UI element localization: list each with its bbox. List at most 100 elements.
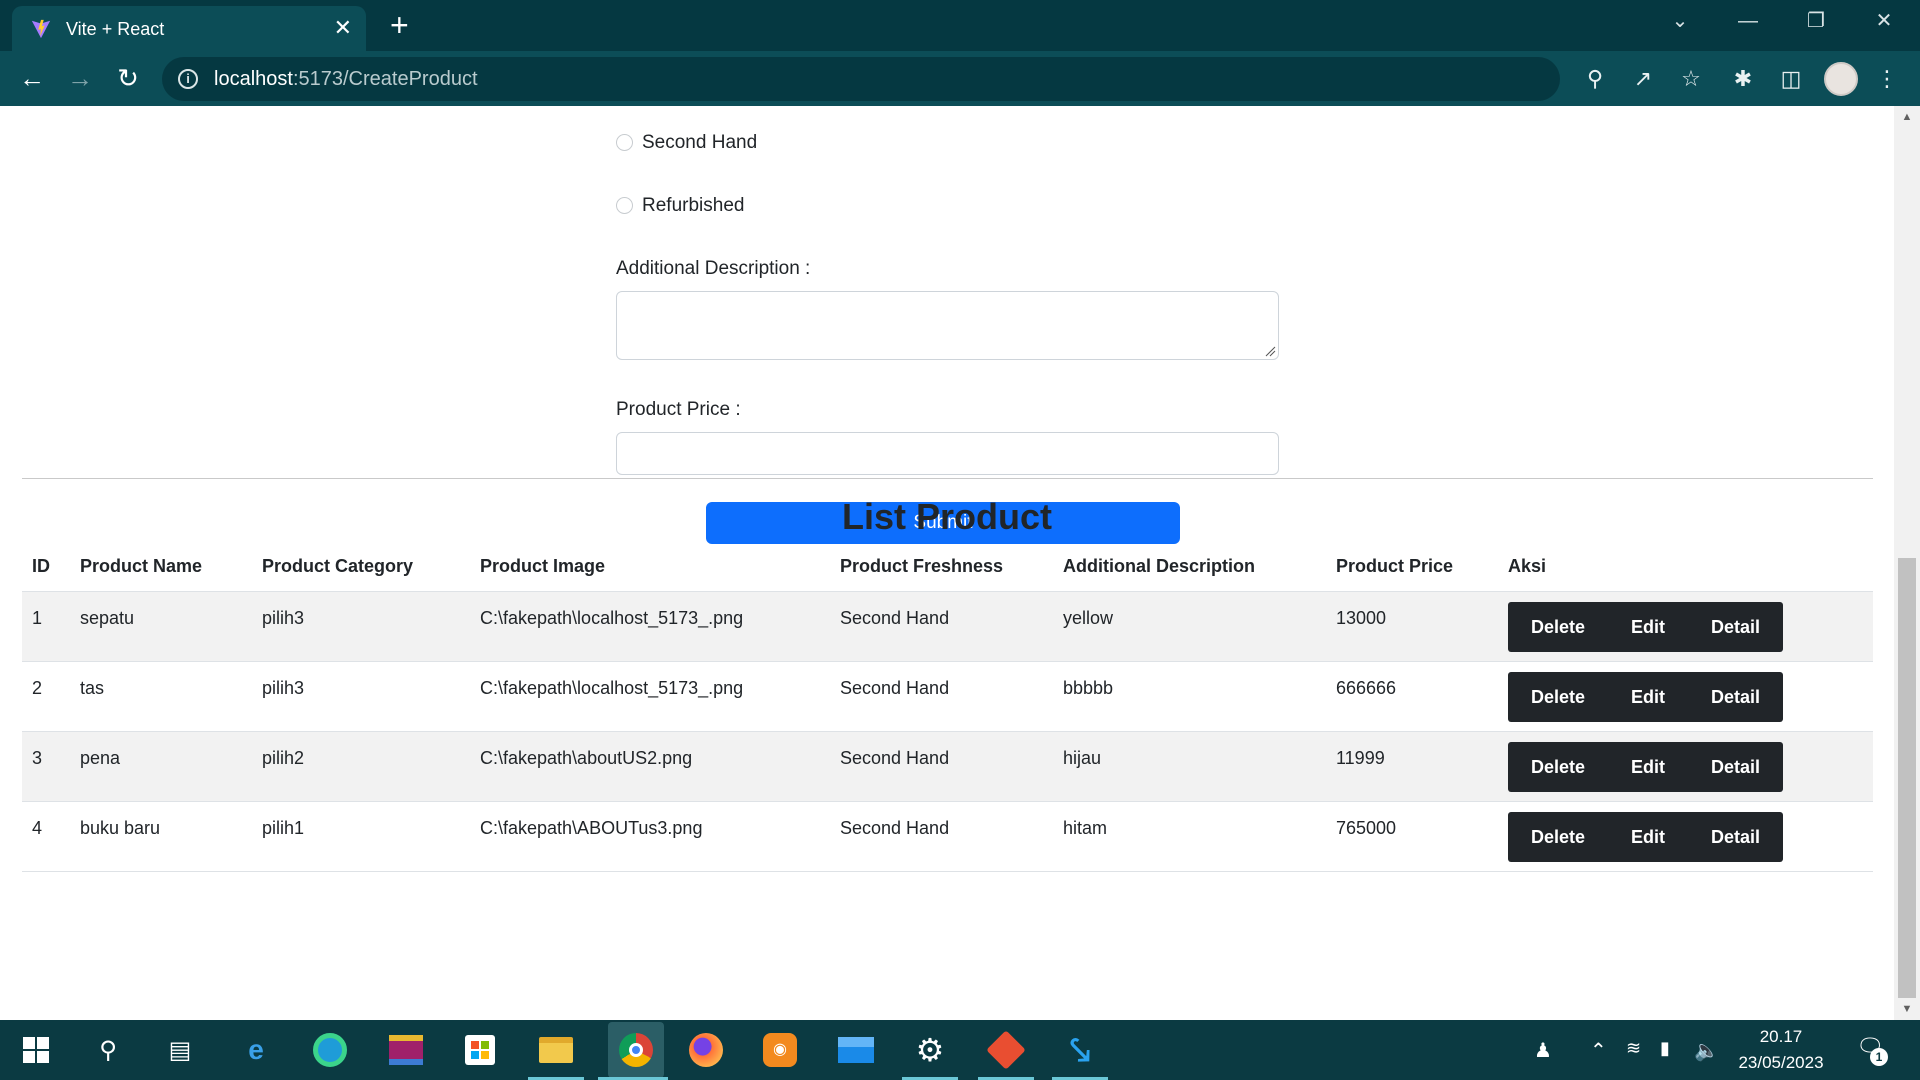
scroll-up-arrow-icon[interactable]: ▲	[1900, 110, 1914, 124]
detail-button[interactable]: Detail	[1688, 742, 1783, 792]
notification-center-icon[interactable]: 🗨 1	[1856, 1034, 1888, 1066]
cell-description: hitam	[1053, 801, 1326, 872]
cell-freshness: Second Hand	[830, 661, 1053, 732]
address-bar[interactable]: i localhost:5173/CreateProduct ⚲ ↗ ☆	[162, 57, 1701, 101]
edit-button[interactable]: Edit	[1608, 812, 1688, 862]
table-row: 3 pena pilih2 C:\fakepath\aboutUS2.png S…	[22, 731, 1873, 802]
back-arrow-icon[interactable]: ←	[16, 63, 48, 95]
vite-logo-icon	[31, 19, 51, 39]
page-scrollbar[interactable]: ▲ ▼	[1894, 106, 1920, 1020]
column-header: ID	[22, 543, 70, 592]
scrollbar-thumb[interactable]	[1898, 558, 1916, 998]
volume-icon[interactable]: 🔈	[1694, 1038, 1719, 1063]
bookmark-star-icon[interactable]: ☆	[1676, 65, 1706, 93]
cell-name: tas	[70, 661, 252, 732]
additional-description-textarea[interactable]	[616, 291, 1279, 360]
cell-actions: Delete Edit Detail	[1498, 661, 1873, 732]
clock-date: 23/05/2023	[1738, 1053, 1824, 1072]
task-view-icon[interactable]: ▤	[158, 1028, 202, 1072]
wifi-icon[interactable]: ≋	[1626, 1038, 1641, 1059]
firefox-icon[interactable]	[684, 1028, 728, 1072]
radio-label: Refurbished	[642, 195, 745, 216]
action-button-group: Delete Edit Detail	[1508, 811, 1784, 862]
edge-icon[interactable]	[308, 1028, 352, 1072]
cell-category: pilih1	[252, 801, 470, 872]
people-icon[interactable]: ♟	[1534, 1038, 1552, 1063]
menu-kebab-icon[interactable]: ⋮	[1872, 65, 1902, 93]
forward-arrow-icon[interactable]: →	[64, 63, 96, 95]
new-tab-button[interactable]: +	[390, 8, 409, 42]
microsoft-store-icon[interactable]	[458, 1028, 502, 1072]
cell-actions: Delete Edit Detail	[1498, 591, 1873, 662]
cell-price: 13000	[1326, 591, 1498, 662]
git-icon[interactable]	[984, 1028, 1028, 1072]
settings-gear-icon[interactable]: ⚙	[908, 1028, 952, 1072]
delete-button[interactable]: Delete	[1508, 672, 1608, 722]
delete-button[interactable]: Delete	[1508, 742, 1608, 792]
radio-circle[interactable]	[616, 197, 633, 214]
side-panel-icon[interactable]: ◫	[1776, 65, 1806, 93]
uc-browser-icon[interactable]: ◉	[758, 1028, 802, 1072]
action-button-group: Delete Edit Detail	[1508, 601, 1784, 652]
detail-button[interactable]: Detail	[1688, 602, 1783, 652]
mail-icon[interactable]	[834, 1028, 878, 1072]
radio-circle[interactable]	[616, 134, 633, 151]
browser-toolbar: ← → ↻ i localhost:5173/CreateProduct ⚲ ↗…	[0, 51, 1920, 106]
cell-image: C:\fakepath\localhost_5173_.png	[470, 661, 830, 732]
winrar-icon[interactable]	[384, 1028, 428, 1072]
detail-button[interactable]: Detail	[1688, 812, 1783, 862]
detail-button[interactable]: Detail	[1688, 672, 1783, 722]
column-header: Product Category	[252, 543, 470, 592]
action-button-group: Delete Edit Detail	[1508, 671, 1784, 722]
windows-start-icon[interactable]	[14, 1028, 58, 1072]
divider	[22, 478, 1873, 479]
tab-search-icon[interactable]: ⌄	[1660, 6, 1700, 36]
cell-id: 4	[22, 801, 70, 872]
cell-image: C:\fakepath\aboutUS2.png	[470, 731, 830, 802]
file-explorer-icon[interactable]	[534, 1028, 578, 1072]
tab-close-icon[interactable]: ✕	[334, 15, 352, 41]
browser-tab-active[interactable]: Vite + React ✕	[12, 6, 366, 51]
cell-name: buku baru	[70, 801, 252, 872]
system-clock[interactable]: 20.17 23/05/2023	[1726, 1024, 1836, 1076]
resize-grip-icon[interactable]	[1264, 345, 1276, 357]
scroll-down-arrow-icon[interactable]: ▼	[1900, 1002, 1914, 1016]
zoom-icon[interactable]: ⚲	[1580, 65, 1610, 93]
tab-title: Vite + React	[66, 19, 165, 39]
cell-id: 3	[22, 731, 70, 802]
url-host: localhost	[214, 68, 293, 90]
cell-description: bbbbb	[1053, 661, 1326, 732]
url-text[interactable]: localhost:5173/CreateProduct	[214, 68, 478, 91]
edit-button[interactable]: Edit	[1608, 742, 1688, 792]
battery-icon[interactable]: ▮	[1660, 1038, 1670, 1059]
vscode-icon[interactable]: ⤥	[1058, 1028, 1102, 1072]
column-header: Product Freshness	[830, 543, 1053, 592]
profile-avatar[interactable]	[1824, 62, 1858, 96]
clock-time: 20.17	[1759, 1027, 1803, 1046]
share-icon[interactable]: ↗	[1628, 65, 1658, 93]
action-button-group: Delete Edit Detail	[1508, 741, 1784, 792]
search-icon[interactable]: ⚲	[86, 1028, 130, 1072]
chevron-up-icon[interactable]: ⌃	[1590, 1038, 1607, 1063]
minimize-button[interactable]: —	[1728, 6, 1768, 36]
cell-id: 2	[22, 661, 70, 732]
cell-image: C:\fakepath\localhost_5173_.png	[470, 591, 830, 662]
edge-legacy-icon[interactable]: e	[234, 1028, 278, 1072]
chrome-icon[interactable]	[608, 1022, 664, 1078]
edit-button[interactable]: Edit	[1608, 672, 1688, 722]
extensions-icon[interactable]: ✱	[1728, 65, 1758, 93]
delete-button[interactable]: Delete	[1508, 602, 1608, 652]
cell-name: pena	[70, 731, 252, 802]
cell-description: yellow	[1053, 591, 1326, 662]
table-row: 2 tas pilih3 C:\fakepath\localhost_5173_…	[22, 661, 1873, 732]
delete-button[interactable]: Delete	[1508, 812, 1608, 862]
restore-button[interactable]: ❐	[1796, 6, 1836, 36]
product-price-input[interactable]	[616, 432, 1279, 475]
reload-icon[interactable]: ↻	[112, 63, 144, 95]
close-window-button[interactable]: ✕	[1864, 6, 1904, 36]
site-info-icon[interactable]: i	[178, 69, 198, 89]
edit-button[interactable]: Edit	[1608, 602, 1688, 652]
radio-label: Second Hand	[642, 132, 758, 153]
table-header-row: ID Product Name Product Category Product…	[22, 543, 1873, 592]
additional-description-label: Additional Description :	[616, 258, 811, 279]
